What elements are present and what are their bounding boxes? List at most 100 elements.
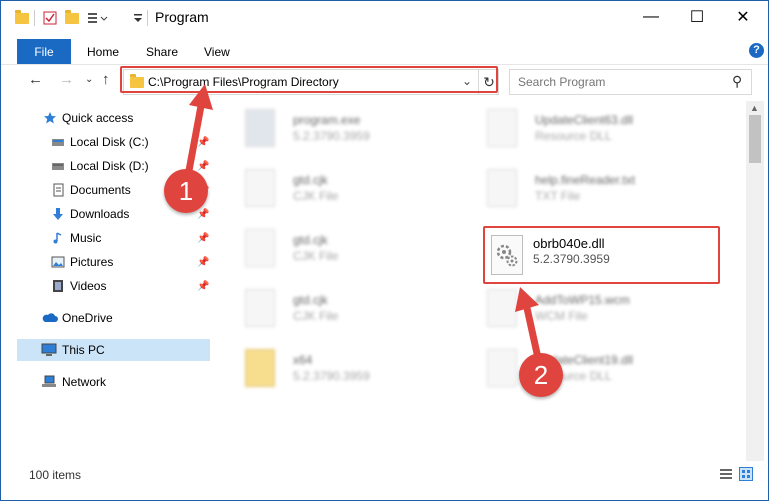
exe-file-icon (245, 109, 275, 147)
sidebar-item-label: Videos (70, 279, 107, 293)
sidebar-item-label: Downloads (70, 207, 130, 221)
properties-icon[interactable] (43, 10, 57, 26)
file-icon (245, 289, 275, 327)
file-detail: Resource DLL (535, 129, 612, 143)
list-item[interactable]: AddToWP15.wcm WCM File (475, 285, 705, 331)
file-name: x64 (293, 353, 313, 367)
list-item[interactable]: gtd.cjk CJK File (233, 285, 463, 331)
callout-badge-1: 1 (164, 169, 208, 213)
sidebar-item-this-pc[interactable]: This PC (17, 339, 210, 361)
sidebar-item-label: Local Disk (C:) (70, 135, 149, 149)
file-icon (245, 169, 275, 207)
list-item[interactable]: program.exe 5.2.3790.3959 (233, 105, 463, 151)
folder-icon[interactable] (15, 9, 29, 26)
up-arrow-icon[interactable]: ↑ (102, 71, 110, 88)
explorer-window: Program — ☐ ✕ File Home Share View ? ← →… (0, 0, 769, 501)
sidebar-item-label: Network (62, 375, 107, 389)
file-name: program.exe (293, 113, 361, 127)
sidebar-item-network[interactable]: Network (1, 371, 211, 393)
tab-share[interactable]: Share (146, 45, 178, 59)
list-item[interactable]: x64 5.2.3790.3959 (233, 345, 463, 391)
sidebar-item-label: This PC (62, 343, 105, 357)
pin-icon[interactable]: 📌 (197, 209, 209, 220)
tab-view[interactable]: View (204, 45, 230, 59)
sidebar-item-label: Documents (70, 183, 131, 197)
list-item[interactable]: UpdateClient63.dll Resource DLL (475, 105, 705, 151)
file-detail: 5.2.3790.3959 (293, 369, 370, 383)
sidebar-item-label: Quick access (62, 111, 134, 125)
recent-locations-icon[interactable]: ⌄ (85, 74, 93, 85)
quick-access-dropdown-icon[interactable] (133, 10, 143, 26)
pin-icon[interactable]: 📌 (197, 137, 209, 148)
sidebar-item-label: Pictures (70, 255, 114, 269)
file-detail: TXT File (535, 189, 581, 203)
file-detail: WCM File (535, 309, 588, 323)
list-item[interactable]: gtd.cjk CJK File (233, 165, 463, 211)
customize-icon[interactable] (87, 10, 109, 26)
sidebar-item-label: Music (70, 231, 102, 245)
navigation-pane: Quick access Local Disk (C:) 📌 Local Dis… (1, 101, 211, 461)
pictures-icon (51, 256, 65, 268)
scroll-thumb[interactable] (749, 115, 761, 163)
new-folder-icon[interactable] (65, 9, 79, 26)
help-icon[interactable]: ? (749, 43, 764, 58)
highlighted-file[interactable]: obrb040e.dll 5.2.3790.3959 (483, 226, 720, 284)
videos-icon (53, 280, 63, 292)
documents-icon (53, 183, 64, 197)
file-name: gtd.cjk (293, 233, 328, 247)
sidebar-item-music[interactable]: Music 📌 (1, 227, 211, 249)
pin-icon[interactable]: 📌 (197, 281, 209, 292)
maximize-button[interactable]: ☐ (674, 1, 720, 33)
sidebar-item-local-disk-c[interactable]: Local Disk (C:) 📌 (1, 131, 211, 153)
status-item-count: 100 items (29, 468, 82, 482)
back-arrow-icon[interactable]: ← (28, 71, 43, 88)
file-name: gtd.cjk (293, 173, 328, 187)
tiles-view-icon[interactable] (739, 467, 753, 481)
callout-badge-2: 2 (519, 353, 563, 397)
pin-icon[interactable]: 📌 (197, 233, 209, 244)
close-button[interactable]: ✕ (720, 1, 766, 33)
sidebar-item-label: OneDrive (62, 311, 113, 325)
dll-file-icon (487, 349, 517, 387)
sidebar-item-label: Local Disk (D:) (70, 159, 149, 173)
computer-icon (41, 343, 57, 356)
sidebar-item-pictures[interactable]: Pictures 📌 (1, 251, 211, 273)
text-file-icon (487, 169, 517, 207)
separator (147, 10, 148, 26)
sidebar-item-videos[interactable]: Videos 📌 (1, 275, 211, 297)
file-detail: CJK File (293, 189, 339, 203)
file-name: UpdateClient63.dll (535, 113, 634, 127)
address-highlight-box (120, 66, 498, 93)
file-icon (245, 229, 275, 267)
minimize-button[interactable]: — (628, 1, 674, 33)
separator (34, 10, 35, 26)
tab-home[interactable]: Home (87, 45, 119, 59)
file-detail: CJK File (293, 309, 339, 323)
sidebar-item-quick-access[interactable]: Quick access (1, 107, 211, 129)
file-name: gtd.cjk (293, 293, 328, 307)
details-view-icon[interactable] (719, 467, 733, 481)
file-name: help.fineReader.txt (535, 173, 636, 187)
list-item[interactable]: help.fineReader.txt TXT File (475, 165, 705, 211)
dll-gear-icon (491, 235, 523, 275)
downloads-icon (53, 208, 63, 220)
file-detail: 5.2.3790.3959 (533, 252, 610, 266)
search-icon[interactable]: ⚲ (732, 73, 742, 90)
tab-file[interactable]: File (17, 39, 71, 64)
pin-icon[interactable]: 📌 (197, 257, 209, 268)
ribbon-tabs: File Home Share View ? (1, 39, 768, 65)
sidebar-item-onedrive[interactable]: OneDrive (1, 307, 211, 329)
file-detail: 5.2.3790.3959 (293, 129, 370, 143)
search-box[interactable]: ⚲ (509, 69, 752, 95)
search-input[interactable] (518, 75, 718, 89)
file-name: obrb040e.dll (533, 236, 605, 251)
music-icon (53, 232, 62, 244)
forward-arrow-icon[interactable]: → (59, 71, 74, 88)
file-name: AddToWP15.wcm (535, 293, 630, 307)
vertical-scrollbar[interactable]: ▲ (746, 101, 764, 461)
title-bar: Program — ☐ ✕ (1, 1, 768, 34)
scroll-up-icon[interactable]: ▲ (750, 103, 759, 113)
list-item[interactable]: UpdateClient19.dll Resource DLL (475, 345, 705, 391)
list-item[interactable]: gtd.cjk CJK File (233, 225, 463, 271)
pin-icon[interactable]: 📌 (197, 161, 209, 172)
